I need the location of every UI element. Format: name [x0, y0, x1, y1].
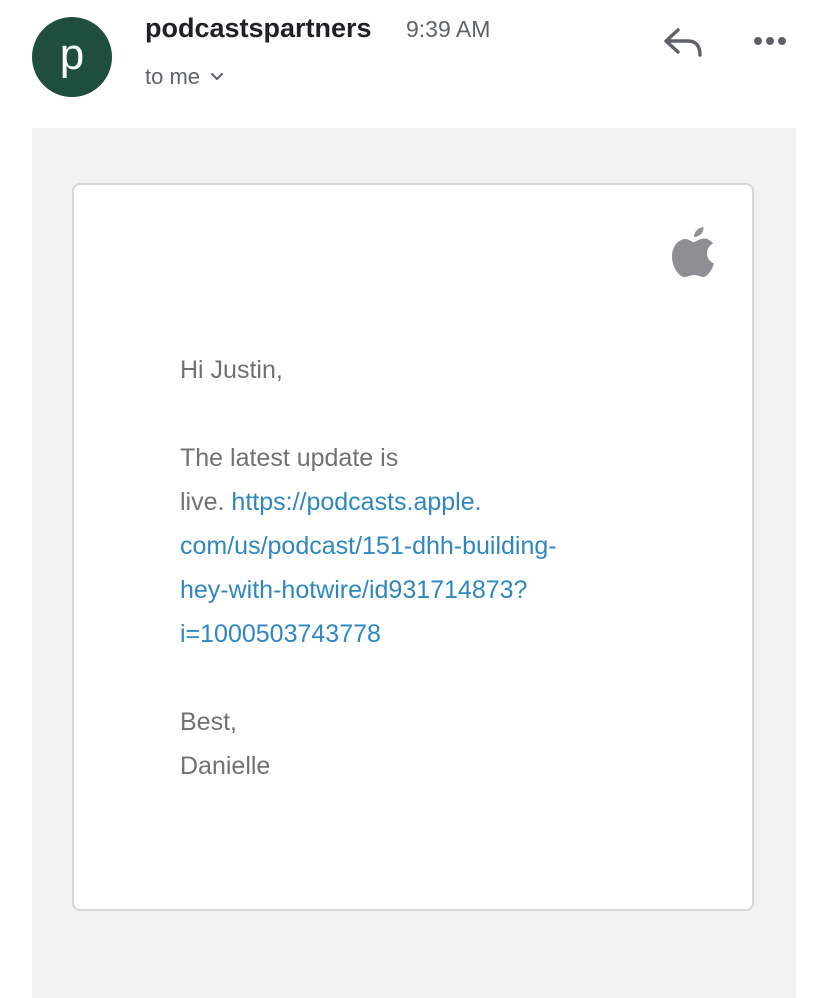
email-paragraph: The latest update is live. https://podca… — [180, 436, 650, 656]
email-paragraph-line: The latest update is — [180, 444, 399, 472]
chevron-down-icon — [211, 73, 224, 80]
reply-icon[interactable] — [660, 22, 704, 62]
avatar[interactable]: p — [32, 17, 112, 97]
apple-logo-icon — [672, 227, 714, 277]
podcast-link[interactable]: hey-with-hotwire/id931714873? — [180, 568, 650, 612]
podcast-link[interactable]: i=1000503743778 — [180, 612, 650, 656]
email-greeting: Hi Justin, — [180, 356, 283, 384]
podcast-link[interactable]: https://podcasts.apple. — [231, 488, 481, 516]
email-signoff: Best, Danielle — [180, 700, 270, 788]
signature: Danielle — [180, 752, 271, 780]
signoff-text: Best, — [180, 708, 237, 736]
email-paragraph-text: live. — [180, 488, 225, 516]
timestamp: 9:39 AM — [406, 16, 491, 42]
podcast-link[interactable]: com/us/podcast/151-dhh-building- — [180, 524, 650, 568]
sender-name[interactable]: podcastspartners — [145, 13, 372, 44]
email-paragraph-line: live. https://podcasts.apple. — [180, 480, 650, 524]
recipient-details-toggle[interactable]: to me — [145, 62, 224, 92]
recipient-label: to me — [145, 64, 201, 89]
more-options-icon[interactable] — [748, 26, 792, 56]
